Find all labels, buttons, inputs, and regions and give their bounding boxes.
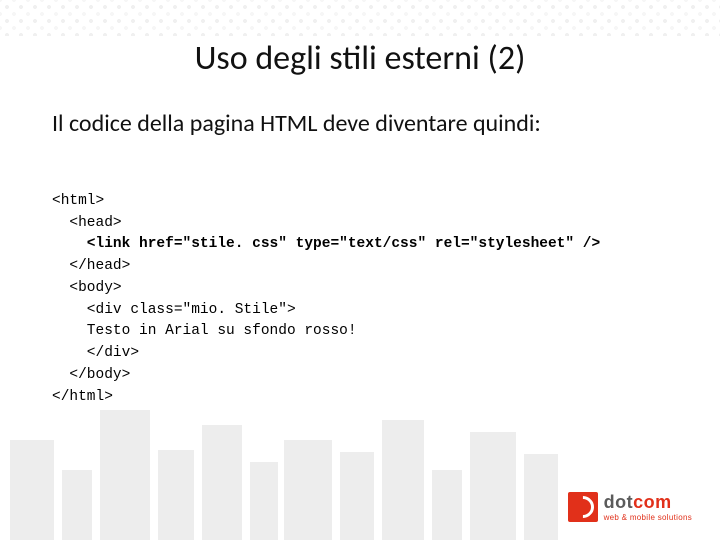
logo-brand-right: com xyxy=(633,492,672,512)
slide-subtitle: Il codice della pagina HTML deve diventa… xyxy=(52,109,668,139)
code-line: </head> xyxy=(52,258,130,274)
code-line: <html> xyxy=(52,193,104,209)
code-line: Testo in Arial su sfondo rosso! xyxy=(52,323,357,339)
slide-title: Uso degli stili esterni (2) xyxy=(52,38,668,79)
code-line: <div class="mio. Stile"> xyxy=(52,302,296,318)
code-line: <body> xyxy=(52,280,122,296)
logo-mark-icon xyxy=(568,492,598,522)
code-line: </html> xyxy=(52,389,113,405)
logo: dotcom web & mobile solutions xyxy=(568,492,692,522)
code-line: </div> xyxy=(52,345,139,361)
logo-brand-text: dotcom xyxy=(604,493,692,511)
code-line-emphasis: <link href="stile. css" type="text/css" … xyxy=(52,236,600,252)
code-line: <head> xyxy=(52,215,122,231)
code-line: </body> xyxy=(52,367,130,383)
code-block: <html> <head> <link href="stile. css" ty… xyxy=(52,169,668,408)
logo-brand-left: dot xyxy=(604,492,633,512)
logo-tagline: web & mobile solutions xyxy=(604,514,692,522)
